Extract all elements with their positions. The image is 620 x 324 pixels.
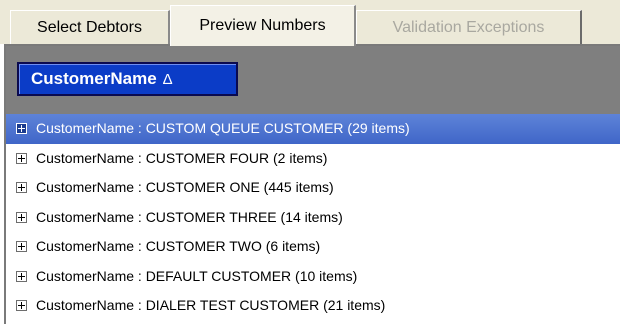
sort-ascending-icon: Δ [162, 71, 173, 88]
group-row[interactable]: CustomerName : CUSTOMER ONE (445 items) [6, 173, 620, 203]
tab-strip: Select Debtors Preview Numbers Validatio… [0, 0, 620, 46]
group-row[interactable]: CustomerName : DEFAULT CUSTOMER (10 item… [6, 262, 620, 292]
expand-plus-icon[interactable] [16, 300, 27, 311]
group-row[interactable]: CustomerName : CUSTOMER TWO (6 items) [6, 232, 620, 262]
tab-select-debtors[interactable]: Select Debtors [10, 10, 170, 44]
tab-preview-numbers[interactable]: Preview Numbers [170, 5, 356, 46]
group-row-label: CustomerName : CUSTOMER ONE (445 items) [36, 179, 334, 195]
expand-plus-icon[interactable] [16, 182, 27, 193]
expand-plus-icon[interactable] [16, 211, 27, 223]
group-row[interactable]: CustomerName : CUSTOMER THREE (14 items) [6, 203, 620, 233]
group-row-label: CustomerName : DEFAULT CUSTOMER (10 item… [36, 267, 358, 284]
group-row-label: CustomerName : CUSTOMER TWO (6 items) [36, 238, 321, 254]
group-rows: CustomerName : CUSTOM QUEUE CUSTOMER (29… [6, 114, 620, 321]
tab-validation-exceptions: Validation Exceptions [356, 10, 582, 44]
group-by-panel: CustomerName Δ [6, 46, 620, 114]
group-row-label: CustomerName : CUSTOMER FOUR (2 items) [36, 149, 328, 166]
expand-plus-icon[interactable] [16, 241, 27, 252]
group-row-label: CustomerName : CUSTOM QUEUE CUSTOMER (29… [36, 120, 410, 136]
expand-plus-icon[interactable] [16, 152, 27, 164]
group-row-label: CustomerName : DIALER TEST CUSTOMER (21 … [36, 297, 386, 313]
expand-plus-icon[interactable] [16, 270, 27, 282]
group-row[interactable]: CustomerName : DIALER TEST CUSTOMER (21 … [6, 291, 620, 321]
expand-plus-icon[interactable] [16, 123, 27, 134]
group-row[interactable]: CustomerName : CUSTOM QUEUE CUSTOMER (29… [6, 114, 620, 144]
group-row-label: CustomerName : CUSTOMER THREE (14 items) [36, 208, 343, 225]
group-row[interactable]: CustomerName : CUSTOMER FOUR (2 items) [6, 144, 620, 174]
group-chip-label: CustomerName [31, 69, 157, 88]
preview-grid: CustomerName Δ CustomerName : CUSTOM QUEU… [4, 44, 620, 324]
group-column-chip-customername[interactable]: CustomerName Δ [17, 62, 238, 96]
